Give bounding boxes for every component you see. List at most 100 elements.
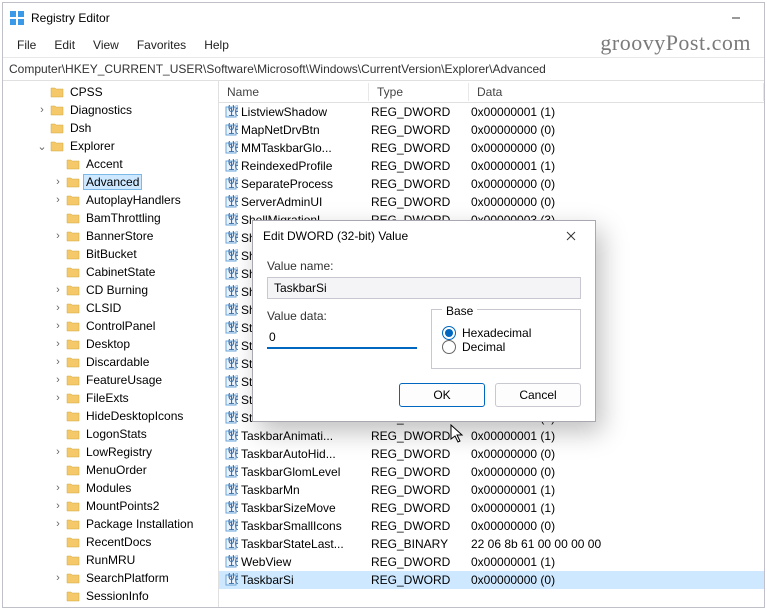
chevron-right-icon[interactable]: › — [51, 302, 65, 314]
radio-hexadecimal[interactable]: Hexadecimal — [442, 326, 570, 340]
tree-item[interactable]: HideDesktopIcons — [3, 407, 218, 425]
cell-data: 0x00000000 (0) — [471, 123, 764, 137]
cell-name: WebView — [241, 555, 371, 569]
chevron-right-icon[interactable]: › — [51, 230, 65, 242]
ok-button[interactable]: OK — [399, 383, 485, 407]
svg-text:1001: 1001 — [228, 501, 238, 515]
tree-item[interactable]: ›AutoplayHandlers — [3, 191, 218, 209]
tree-item[interactable]: ›Discardable — [3, 353, 218, 371]
tree-item-label: SearchPlatform — [83, 571, 172, 585]
folder-icon — [65, 445, 81, 459]
list-row[interactable]: 01101001WebViewREG_DWORD0x00000001 (1) — [219, 553, 764, 571]
tree-item[interactable]: › SearchPlatform — [3, 569, 218, 587]
tree-item[interactable]: ›Desktop — [3, 335, 218, 353]
list-row[interactable]: 01101001TaskbarSmallIconsREG_DWORD0x0000… — [219, 517, 764, 535]
tree-item[interactable]: ›Package Installation — [3, 515, 218, 533]
menu-view[interactable]: View — [85, 35, 127, 55]
list-row[interactable]: 01101001SeparateProcessREG_DWORD0x000000… — [219, 175, 764, 193]
tree-item[interactable]: SessionInfo — [3, 587, 218, 605]
tree-item-label: FeatureUsage — [83, 373, 165, 387]
list-row[interactable]: 01101001TaskbarAnimati...REG_DWORD0x0000… — [219, 427, 764, 445]
tree-item[interactable]: BitBucket — [3, 245, 218, 263]
list-row[interactable]: 01101001TaskbarMnREG_DWORD0x00000001 (1) — [219, 481, 764, 499]
dialog-close-button[interactable] — [557, 222, 585, 250]
col-name[interactable]: Name — [219, 83, 369, 101]
app-icon — [9, 10, 25, 26]
tree-item[interactable]: ›BannerStore — [3, 227, 218, 245]
binary-value-icon: 01101001 — [223, 464, 239, 480]
tree-item-label: CabinetState — [83, 265, 158, 279]
radio-decimal[interactable]: Decimal — [442, 340, 570, 354]
tree-item[interactable]: › FeatureUsage — [3, 371, 218, 389]
list-row[interactable]: 01101001ListviewShadowREG_DWORD0x0000000… — [219, 103, 764, 121]
minimize-button[interactable] — [714, 4, 758, 32]
value-name-input[interactable] — [267, 277, 581, 299]
list-row[interactable]: 01101001TaskbarStateLast...REG_BINARY22 … — [219, 535, 764, 553]
tree-item[interactable]: BamThrottling — [3, 209, 218, 227]
tree-item[interactable]: ›LowRegistry — [3, 443, 218, 461]
list-row[interactable]: 01101001MapNetDrvBtnREG_DWORD0x00000000 … — [219, 121, 764, 139]
chevron-right-icon[interactable]: › — [51, 392, 65, 404]
cell-name: SeparateProcess — [241, 177, 371, 191]
cancel-button[interactable]: Cancel — [495, 383, 581, 407]
tree-item-label: CPSS — [67, 85, 106, 99]
address-bar[interactable]: Computer\HKEY_CURRENT_USER\Software\Micr… — [3, 58, 764, 81]
binary-value-icon: 01101001 — [223, 356, 239, 372]
folder-icon — [65, 409, 81, 423]
col-data[interactable]: Data — [469, 83, 764, 101]
tree-item[interactable]: ›CD Burning — [3, 281, 218, 299]
tree-item[interactable]: RunMRU — [3, 551, 218, 569]
binary-value-icon: 01101001 — [223, 266, 239, 282]
chevron-down-icon[interactable]: ⌄ — [35, 140, 49, 153]
tree-item[interactable]: CabinetState — [3, 263, 218, 281]
chevron-right-icon[interactable]: › — [51, 284, 65, 296]
tree-item[interactable]: ⌄Explorer — [3, 137, 218, 155]
tree-item[interactable]: CPSS — [3, 83, 218, 101]
col-type[interactable]: Type — [369, 83, 469, 101]
menu-help[interactable]: Help — [196, 35, 237, 55]
menu-favorites[interactable]: Favorites — [129, 35, 194, 55]
list-row[interactable]: 01101001ReindexedProfileREG_DWORD0x00000… — [219, 157, 764, 175]
chevron-right-icon[interactable]: › — [51, 338, 65, 350]
chevron-right-icon[interactable]: › — [51, 356, 65, 368]
list-row[interactable]: 01101001TaskbarSiREG_DWORD0x00000000 (0) — [219, 571, 764, 589]
list-row[interactable]: 01101001MMTaskbarGlo...REG_DWORD0x000000… — [219, 139, 764, 157]
chevron-right-icon[interactable]: › — [51, 194, 65, 206]
tree-item[interactable]: ›Advanced — [3, 173, 218, 191]
list-row[interactable]: 01101001TaskbarSizeMoveREG_DWORD0x000000… — [219, 499, 764, 517]
folder-icon — [65, 391, 81, 405]
tree-item[interactable]: ›FileExts — [3, 389, 218, 407]
cell-data: 0x00000001 (1) — [471, 555, 764, 569]
chevron-right-icon[interactable]: › — [51, 446, 65, 458]
tree-item[interactable]: ›Diagnostics — [3, 101, 218, 119]
chevron-right-icon[interactable]: › — [35, 104, 49, 116]
folder-icon — [65, 301, 81, 315]
value-data-input[interactable] — [267, 327, 417, 349]
tree-item[interactable]: Accent — [3, 155, 218, 173]
cell-name: MMTaskbarGlo... — [241, 141, 371, 155]
binary-value-icon: 01101001 — [223, 194, 239, 210]
chevron-right-icon[interactable]: › — [51, 572, 65, 584]
chevron-right-icon[interactable]: › — [51, 482, 65, 494]
menu-edit[interactable]: Edit — [46, 35, 83, 55]
chevron-right-icon[interactable]: › — [51, 374, 65, 386]
tree-item[interactable]: MenuOrder — [3, 461, 218, 479]
tree-item[interactable]: ›Modules — [3, 479, 218, 497]
list-row[interactable]: 01101001TaskbarGlomLevelREG_DWORD0x00000… — [219, 463, 764, 481]
chevron-right-icon[interactable]: › — [51, 176, 65, 188]
tree-item[interactable]: ›CLSID — [3, 299, 218, 317]
chevron-right-icon[interactable]: › — [51, 500, 65, 512]
tree-pane[interactable]: CPSS ›DiagnosticsDsh⌄ExplorerAccent›Advan… — [3, 81, 219, 607]
list-row[interactable]: 01101001TaskbarAutoHid...REG_DWORD0x0000… — [219, 445, 764, 463]
tree-item[interactable]: RecentDocs — [3, 533, 218, 551]
tree-item[interactable]: Dsh — [3, 119, 218, 137]
chevron-right-icon[interactable]: › — [51, 320, 65, 332]
tree-item[interactable]: ›MountPoints2 — [3, 497, 218, 515]
menu-file[interactable]: File — [9, 35, 44, 55]
list-row[interactable]: 01101001ServerAdminUIREG_DWORD0x00000000… — [219, 193, 764, 211]
tree-item[interactable]: ›ControlPanel — [3, 317, 218, 335]
cell-name: TaskbarAnimati... — [241, 429, 371, 443]
chevron-right-icon[interactable]: › — [51, 518, 65, 530]
tree-item[interactable]: LogonStats — [3, 425, 218, 443]
folder-icon — [65, 157, 81, 171]
